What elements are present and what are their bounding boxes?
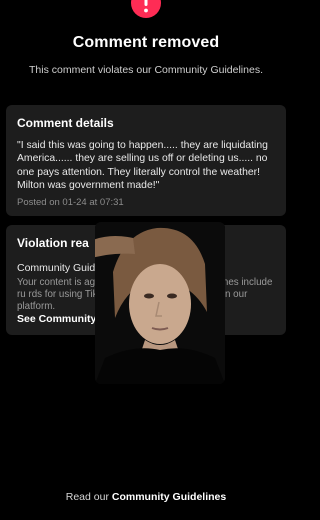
comment-details-heading: Comment details [17, 116, 114, 130]
community-guidelines-link[interactable]: Community Guidelines [112, 491, 226, 503]
violation-heading: Violation rea [17, 236, 89, 250]
comment-details-card: Comment details "I said this was going t… [6, 105, 286, 216]
person-video [95, 222, 225, 384]
page-title: Comment removed [72, 34, 220, 51]
footer-prefix: Read our [65, 491, 109, 503]
page-subtitle: This comment violates our Community Guid… [28, 64, 263, 76]
posted-timestamp: Posted on 01-24 at 07:31 [17, 197, 124, 208]
footer: Read our Community Guidelines [0, 491, 292, 503]
webcam-overlay [95, 222, 225, 384]
warning-icon [131, 0, 161, 18]
comment-text: "I said this was going to happen..... th… [17, 140, 268, 192]
